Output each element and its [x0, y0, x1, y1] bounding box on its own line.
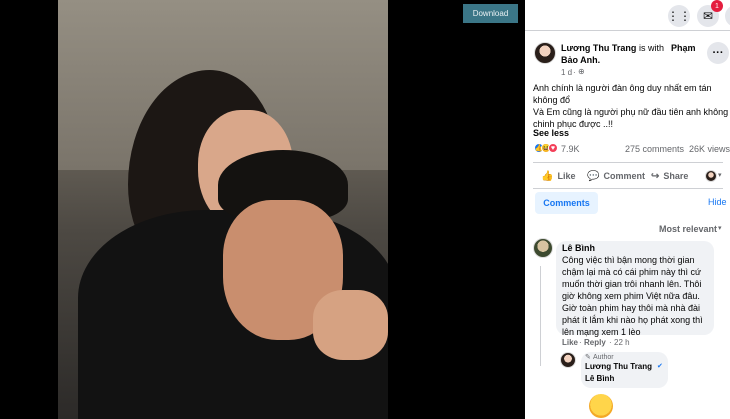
comment-like-link[interactable]: Like [562, 337, 578, 349]
tab-comments[interactable]: Comments [535, 192, 598, 214]
tagged-user-first[interactable]: Phạm [671, 42, 696, 54]
menu-grid-icon[interactable]: ⋮⋮ [667, 5, 691, 27]
comment-text-line: phát ít lắm khi nào họ phát xong thì [562, 315, 703, 325]
more-options-button[interactable]: ··· [707, 42, 729, 64]
love-reaction-icon: ♥ [548, 143, 558, 153]
author-avatar[interactable] [534, 42, 556, 64]
comment-label: Comment [603, 171, 645, 181]
post-text-line: không đổ [533, 95, 571, 105]
like-button[interactable]: 👍 Like [541, 168, 575, 184]
account-icon[interactable]: ▾ [725, 5, 730, 27]
comment-button[interactable]: 💬 Comment [587, 168, 645, 184]
time-separator: · [573, 68, 576, 77]
post-time[interactable]: 1 d [561, 67, 572, 79]
verified-badge-icon: ✔ [657, 363, 663, 370]
divider [525, 30, 730, 31]
comment-time[interactable]: 22 h [614, 337, 630, 349]
comment-icon: 💬 [587, 170, 600, 182]
share-audience-avatar[interactable] [705, 170, 717, 182]
chevron-down-icon[interactable]: ▾ [718, 170, 722, 182]
thumbs-up-icon: 👍 [541, 170, 554, 182]
post-panel: Lương Thu Trang is with Phạm Bảo Anh. 1 … [525, 30, 730, 419]
share-button[interactable]: ↪ Share [651, 168, 688, 184]
comment-text-line: Công việc thì bận mong thời gian [562, 255, 695, 265]
reply-author-name[interactable]: Lương Thu Trang [585, 362, 652, 372]
divider [533, 188, 723, 189]
tagged-user-second[interactable]: Bảo Anh. [561, 54, 600, 66]
views-count: 26K views [689, 144, 730, 154]
divider [533, 162, 723, 163]
download-button[interactable]: Download [463, 4, 518, 23]
see-less-link[interactable]: See less [533, 127, 569, 139]
pencil-icon: ✎ [585, 354, 591, 361]
chevron-down-icon[interactable]: ▾ [718, 223, 722, 235]
top-bar: ⋮⋮ ✉ ▾ [525, 0, 730, 30]
globe-icon: ⊕ [578, 67, 585, 76]
hide-comments-link[interactable]: Hide [708, 197, 727, 207]
share-icon: ↪ [651, 170, 660, 182]
comment-text-line: Giờ toàn phim hay thôi mà nhà đài [562, 303, 700, 313]
comment-text-line: muốn thời gian trôi nhanh lên. Thôi [562, 279, 702, 289]
photo-viewer: Download [0, 0, 525, 419]
comment-text-line: giờ không xem phim Việt nữa đâu. [562, 291, 700, 301]
post-text-line: Và Em cũng là người phụ nữ đầu tiên anh … [533, 107, 729, 117]
post-text-line: Anh chính là người đàn ông duy nhất em t… [533, 83, 712, 93]
like-label: Like [557, 171, 576, 181]
comment-text-line: chậm lại mà có cái phim này thì cứ [562, 267, 702, 277]
author-badge: Author [593, 354, 614, 361]
heart-eyes-emoji-icon [589, 394, 613, 418]
comments-count[interactable]: 275 comments [625, 143, 684, 155]
reply-thread-line [540, 266, 541, 366]
post-author-name[interactable]: Lương Thu Trang [561, 42, 636, 54]
comment-author[interactable]: Lê Bình [562, 242, 595, 254]
with-text: is with [639, 43, 665, 53]
separator-dot: · [579, 338, 582, 347]
video-figure-arm [313, 290, 388, 360]
comment-reply-link[interactable]: Reply [584, 337, 606, 349]
video-player[interactable] [58, 0, 388, 419]
reaction-count[interactable]: 7.9K [561, 143, 580, 155]
sort-dropdown[interactable]: Most relevant [659, 223, 717, 235]
reply-mention[interactable]: Lê Bình [585, 374, 614, 384]
share-label: Share [663, 171, 689, 181]
commenter-avatar[interactable] [533, 238, 553, 258]
separator-dot: · [609, 338, 612, 347]
notification-badge: 1 [711, 0, 723, 12]
reply-author-avatar[interactable] [560, 352, 576, 368]
